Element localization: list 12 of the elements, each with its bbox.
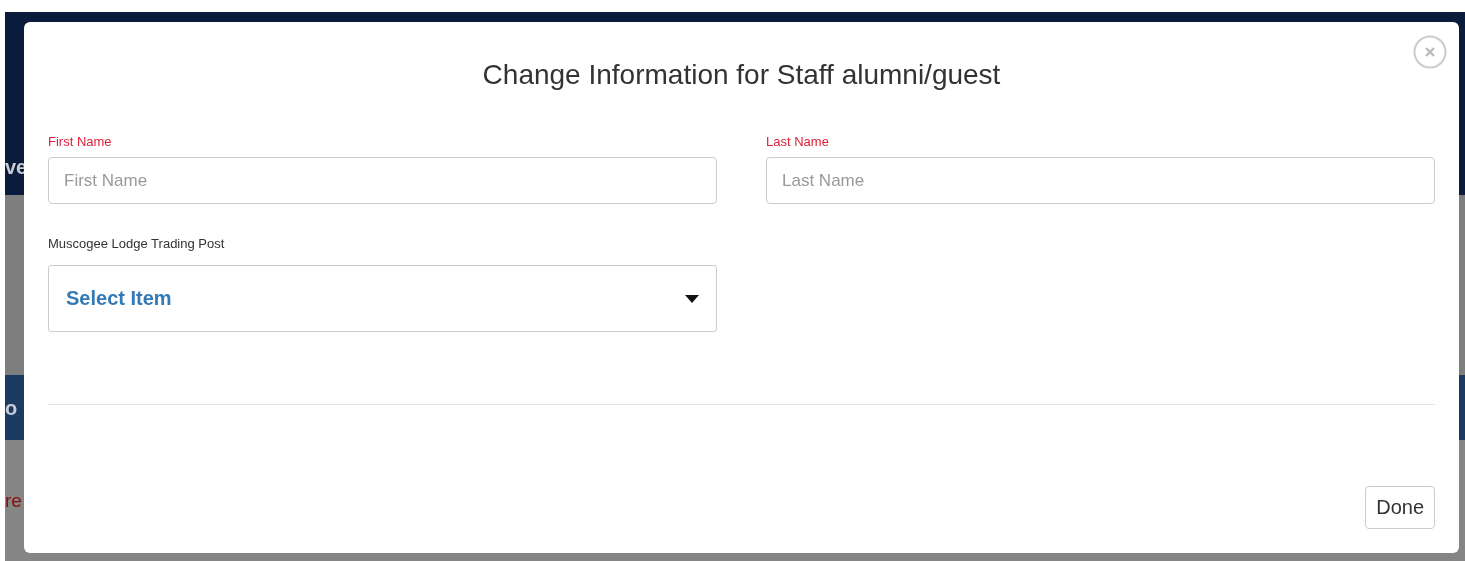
background-text: re [5, 491, 22, 510]
field-label: Muscogee Lodge Trading Post [48, 236, 225, 252]
done-button[interactable]: Done [1365, 486, 1435, 529]
field-label: Last Name [766, 134, 829, 150]
select-dropdown[interactable]: Select Item [48, 265, 717, 332]
input-field[interactable]: First Name [48, 157, 717, 204]
close-icon[interactable] [1413, 35, 1447, 69]
dialog-title: Change Information for Staff alumni/guest [481, 58, 1002, 92]
caret-icon [685, 294, 699, 303]
input-field[interactable]: Last Name [766, 157, 1435, 204]
background-text: o [5, 397, 18, 418]
field-label: First Name [48, 134, 112, 150]
